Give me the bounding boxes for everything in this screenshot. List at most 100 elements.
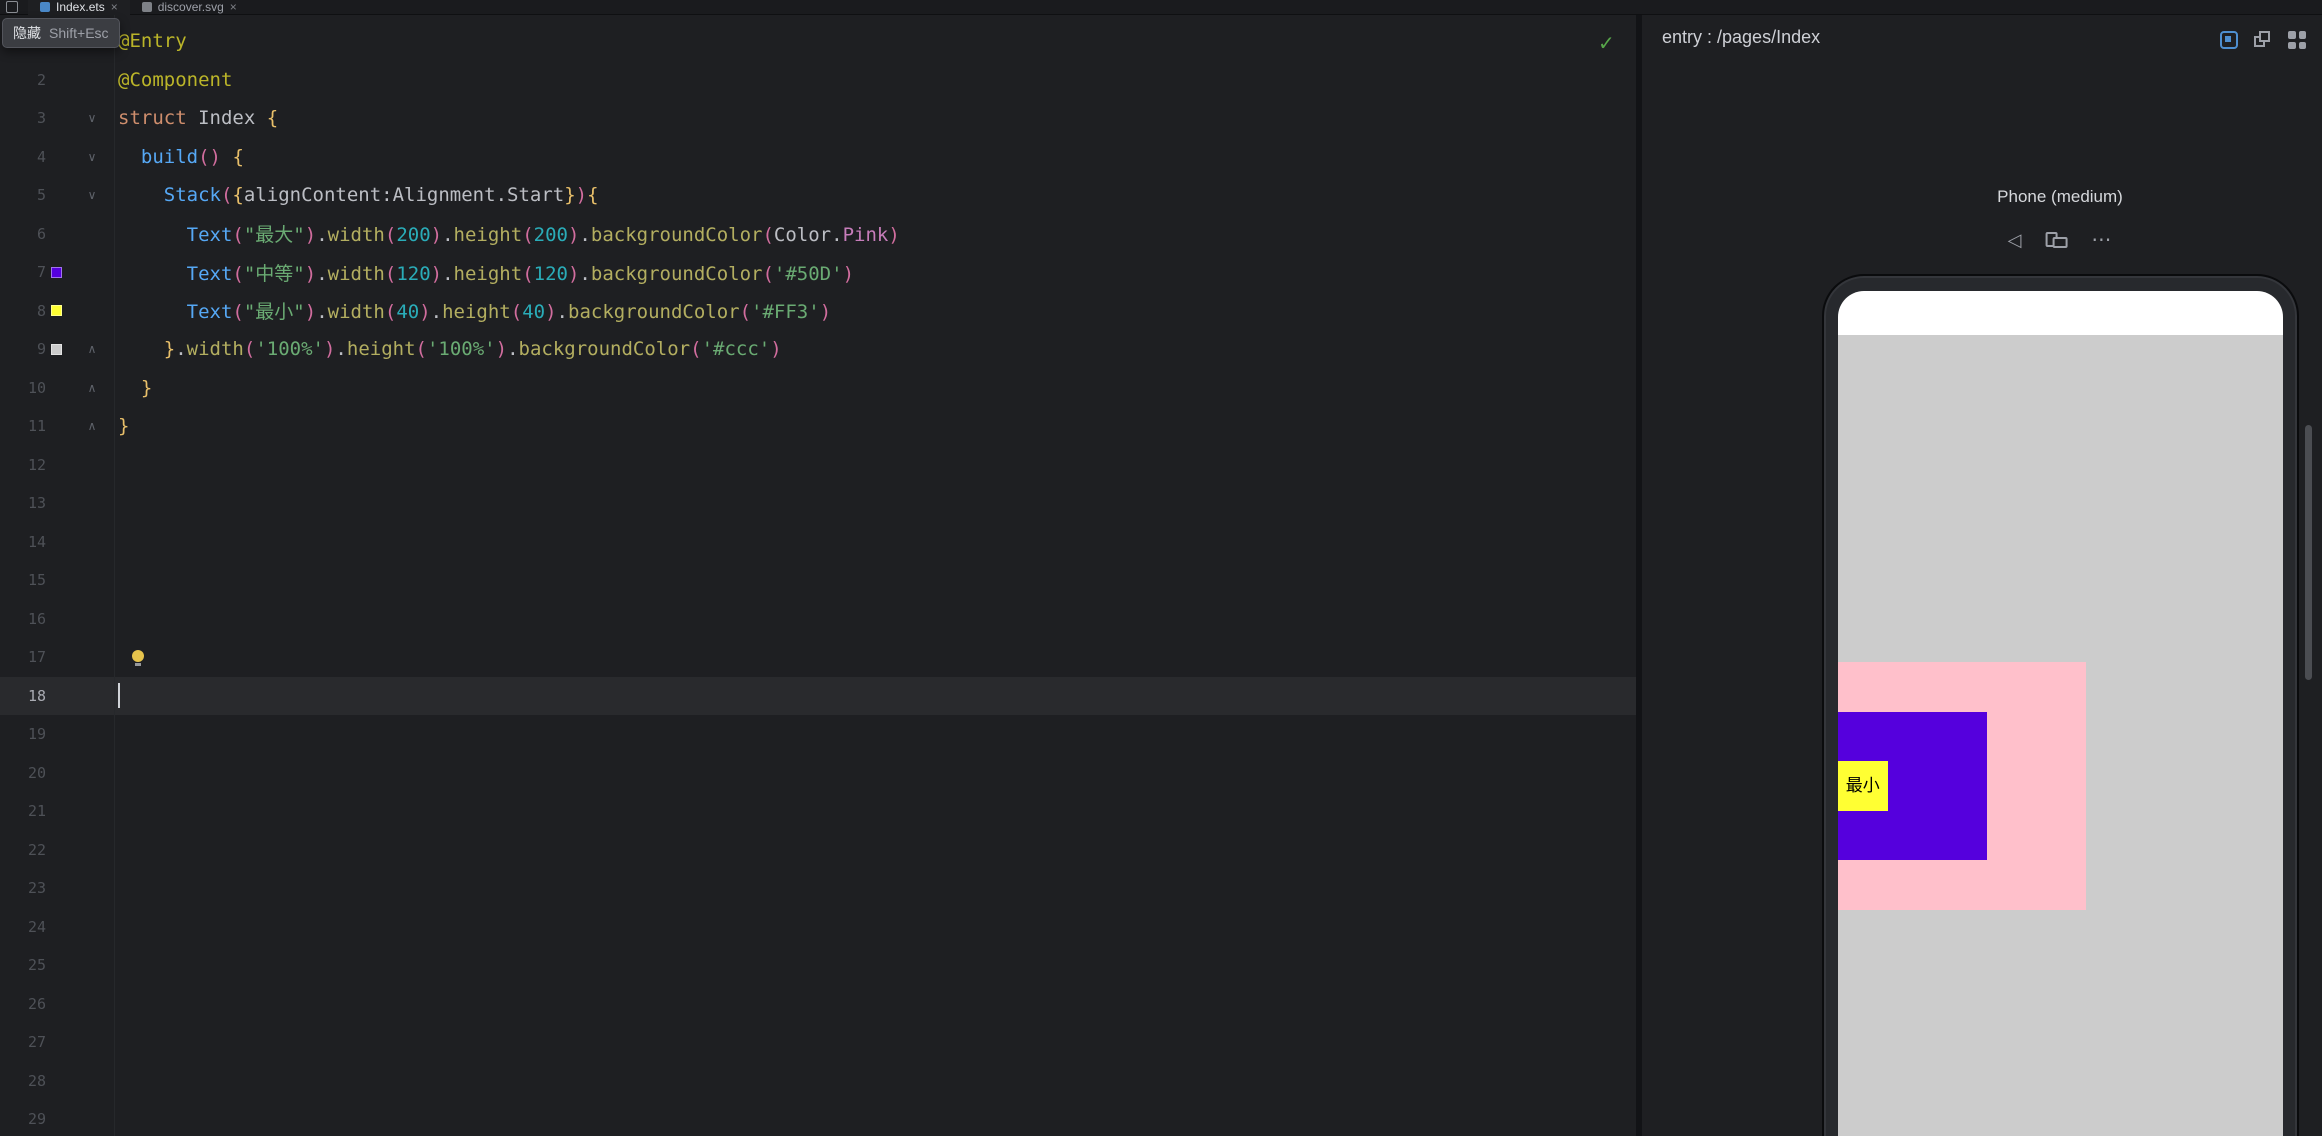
line-number[interactable]: 9	[0, 340, 46, 358]
line-number[interactable]: 23	[0, 879, 46, 897]
inspections-status-icon[interactable]: ✓	[1598, 31, 1615, 56]
code-line[interactable]: 18	[0, 677, 1636, 716]
line-number[interactable]: 6	[0, 225, 46, 243]
line-number[interactable]: 17	[0, 648, 46, 666]
line-number[interactable]: 22	[0, 841, 46, 859]
rotate-device-icon[interactable]	[2045, 231, 2067, 249]
gutter-color-swatch[interactable]	[51, 305, 62, 316]
tooltip-shortcut: Shift+Esc	[49, 25, 109, 41]
fold-icon[interactable]: ∧	[66, 381, 118, 395]
more-icon[interactable]: ⋯	[2091, 231, 2112, 249]
code-text: @Component	[118, 69, 232, 91]
line-number[interactable]: 15	[0, 571, 46, 589]
window-icon[interactable]	[6, 1, 18, 13]
gutter-swatch-slot	[46, 305, 66, 316]
code-line[interactable]: 26	[0, 985, 1636, 1024]
preview-scrollbar[interactable]	[2305, 425, 2312, 680]
code-line[interactable]: 12	[0, 446, 1636, 485]
editor-tab-discover.svg[interactable]: discover.svg ×	[130, 0, 249, 15]
line-number[interactable]: 25	[0, 956, 46, 974]
code-line[interactable]: 10 ∧ }	[0, 369, 1636, 408]
layers-icon[interactable]	[2254, 31, 2272, 49]
code-line[interactable]: 20	[0, 754, 1636, 793]
preview-device-toolbar: ◁ ⋯	[2008, 231, 2113, 249]
gutter-swatch-slot	[46, 344, 66, 355]
code-line[interactable]: 9∧ }.width('100%').height('100%').backgr…	[0, 330, 1636, 369]
line-number[interactable]: 8	[0, 302, 46, 320]
code-line[interactable]: 29	[0, 1100, 1636, 1136]
code-line[interactable]: 8 Text("最小").width(40).height(40).backgr…	[0, 292, 1636, 331]
code-text: }	[118, 377, 152, 399]
code-line[interactable]: 1@Entry	[0, 22, 1636, 61]
line-number[interactable]: 26	[0, 995, 46, 1013]
line-number[interactable]: 20	[0, 764, 46, 782]
code-line[interactable]: 3 ∨struct Index {	[0, 99, 1636, 138]
rotate-left-icon[interactable]: ◁	[2008, 231, 2022, 249]
code-line[interactable]: 7 Text("中等").width(120).height(120).back…	[0, 253, 1636, 292]
line-number[interactable]: 14	[0, 533, 46, 551]
editor-tab-Index.ets[interactable]: Index.ets×	[28, 0, 130, 15]
code-line[interactable]: 5∨ Stack({alignContent:Alignment.Start})…	[0, 176, 1636, 215]
preview-target-label: entry : /pages/Index	[1662, 27, 1820, 48]
line-number[interactable]: 10	[0, 379, 46, 397]
close-icon[interactable]: ×	[230, 0, 237, 15]
code-line[interactable]: 23	[0, 869, 1636, 908]
line-number[interactable]: 2	[0, 71, 46, 89]
code-line[interactable]: 14	[0, 523, 1636, 562]
code-line[interactable]: 4 ∨ build() {	[0, 138, 1636, 177]
tooltip-label: 隐藏	[13, 23, 41, 43]
line-number[interactable]: 5	[0, 186, 46, 204]
line-number[interactable]: 29	[0, 1110, 46, 1128]
code-text: struct Index {	[118, 107, 278, 129]
previewer-panel: entry : /pages/Index Phone (medium) ◁ ⋯ …	[1642, 15, 2322, 1136]
code-text	[118, 646, 145, 668]
code-line[interactable]: 19	[0, 715, 1636, 754]
line-number[interactable]: 19	[0, 725, 46, 743]
code-line[interactable]: 21	[0, 792, 1636, 831]
phone-mockup: 最小	[1822, 274, 2299, 1136]
code-text: @Entry	[118, 30, 187, 52]
line-number[interactable]: 3	[0, 109, 46, 127]
code-line[interactable]: 27	[0, 1023, 1636, 1062]
gutter-color-swatch[interactable]	[51, 267, 62, 278]
line-number[interactable]: 4	[0, 148, 46, 166]
line-number[interactable]: 24	[0, 918, 46, 936]
fold-icon[interactable]: ∨	[66, 150, 118, 164]
line-number[interactable]: 27	[0, 1033, 46, 1051]
code-line[interactable]: 28	[0, 1062, 1636, 1101]
line-number[interactable]: 18	[0, 687, 46, 705]
line-number[interactable]: 7	[0, 263, 46, 281]
line-number[interactable]: 12	[0, 456, 46, 474]
line-number[interactable]: 13	[0, 494, 46, 512]
line-number[interactable]: 28	[0, 1072, 46, 1090]
fold-icon[interactable]: ∨	[66, 111, 118, 125]
tab-label: discover.svg	[158, 0, 224, 15]
code-line[interactable]: 25	[0, 946, 1636, 985]
code-line[interactable]: 13	[0, 484, 1636, 523]
fold-icon[interactable]: ∧	[66, 419, 118, 433]
code-text: build() {	[118, 146, 244, 168]
intention-bulb-icon[interactable]	[131, 650, 145, 666]
preview-box: 最小	[1838, 761, 1888, 811]
line-number[interactable]: 11	[0, 417, 46, 435]
fold-icon[interactable]: ∧	[66, 342, 118, 356]
phone-app-content: 最小	[1838, 335, 2283, 1136]
fold-icon[interactable]: ∨	[66, 188, 118, 202]
line-number[interactable]: 21	[0, 802, 46, 820]
close-icon[interactable]: ×	[111, 0, 118, 15]
code-line[interactable]: 16	[0, 600, 1636, 639]
code-line[interactable]: 6 Text("最大").width(200).height(200).back…	[0, 215, 1636, 254]
code-text	[118, 683, 120, 708]
code-line[interactable]: 15	[0, 561, 1636, 600]
code-line[interactable]: 2 @Component	[0, 61, 1636, 100]
inspect-icon[interactable]	[2220, 31, 2238, 49]
code-line[interactable]: 11∧}	[0, 407, 1636, 446]
code-editor[interactable]: 1@Entry2@Component3∨struct Index {4∨ bui…	[0, 15, 1636, 1136]
code-line[interactable]: 17	[0, 638, 1636, 677]
code-line[interactable]: 22	[0, 831, 1636, 870]
gutter-color-swatch[interactable]	[51, 344, 62, 355]
line-number[interactable]: 16	[0, 610, 46, 628]
grid-icon[interactable]	[2288, 31, 2306, 49]
gutter-separator	[114, 15, 115, 1136]
code-line[interactable]: 24	[0, 908, 1636, 947]
